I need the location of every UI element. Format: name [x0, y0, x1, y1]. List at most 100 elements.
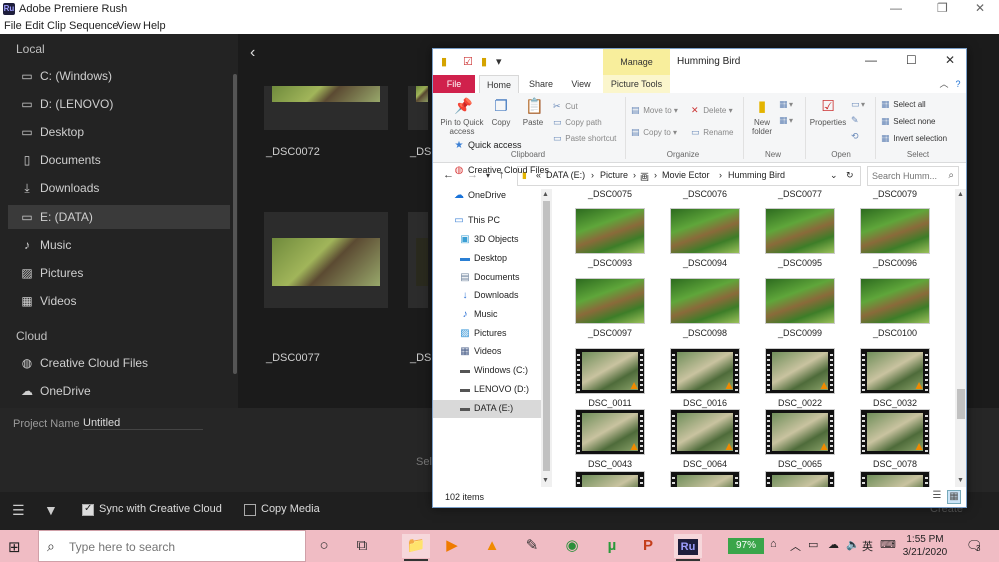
minimize-button[interactable]: — [890, 1, 902, 15]
easy-access-button[interactable]: ▦▾ [779, 115, 793, 126]
breadcrumb-movie-ector[interactable]: Movie Ector [662, 170, 710, 180]
taskbar-search-box[interactable]: ⌕ [38, 530, 306, 562]
powerpoint-icon[interactable]: P [634, 534, 662, 558]
back-arrow-icon[interactable]: ‹ [250, 44, 255, 62]
video-file-thumbnail[interactable]: ▲ [575, 348, 645, 394]
menu-file[interactable]: File [4, 20, 22, 32]
image-file-thumbnail[interactable] [765, 278, 835, 324]
nav-item-data-e[interactable]: ▬ DATA (E:) [433, 400, 541, 418]
sidebar-item-videos[interactable]: ▦ Videos [8, 289, 230, 313]
sync-checkbox[interactable] [82, 503, 94, 516]
sidebar-item-creative-cloud-files[interactable]: ◍ Creative Cloud Files [8, 351, 230, 375]
edit-button[interactable]: ✎ [851, 115, 861, 126]
vlc-icon[interactable]: ▲ [478, 534, 506, 558]
nav-item-onedrive[interactable]: ☁ OneDrive [433, 187, 541, 205]
nav-item-music[interactable]: ♪ Music [433, 306, 541, 324]
history-button[interactable]: ⟲ [851, 131, 861, 142]
system-clock[interactable]: 1:55 PM 3/21/2020 [900, 533, 950, 559]
select-all-button[interactable]: ▦ Select all [881, 99, 926, 110]
menu-clip[interactable]: Clip [47, 20, 66, 32]
menu-sequence[interactable]: Sequence [69, 20, 119, 32]
video-file-thumbnail[interactable]: ▲ [765, 409, 835, 455]
video-file-thumbnail[interactable]: ▲ [765, 348, 835, 394]
video-file-thumbnail[interactable]: ▲ [575, 409, 645, 455]
tab-picture-tools[interactable]: Picture Tools [603, 75, 670, 93]
sidebar-scrollbar[interactable] [233, 74, 237, 374]
sidebar-item-d-lenovo[interactable]: ▭ D: (LENOVO) [8, 92, 230, 116]
sidebar-item-desktop[interactable]: ▭ Desktop [8, 120, 230, 144]
menu-edit[interactable]: Edit [25, 20, 44, 32]
copy-media-checkbox[interactable] [244, 504, 256, 516]
maximize-button[interactable]: ❐ [937, 1, 948, 15]
properties-qat-icon[interactable]: ☑ [463, 55, 473, 68]
paste-button[interactable]: 📋 Paste [520, 98, 546, 127]
details-view-icon[interactable]: ☰ [930, 490, 944, 504]
help-icon[interactable]: ? [951, 75, 965, 93]
sidebar-item-e-data[interactable]: ▭ E: (DATA) [8, 204, 230, 229]
sidebar-item-onedrive[interactable]: ☁ OneDrive [8, 379, 230, 403]
nav-item-downloads[interactable]: ↓ Downloads [433, 287, 541, 305]
tab-home[interactable]: Home [479, 75, 519, 93]
video-file-thumbnail[interactable]: ▲ [670, 409, 740, 455]
windows-start-icon[interactable]: ⊞ [8, 538, 21, 556]
sidebar-item-pictures[interactable]: ▨ Pictures [8, 261, 230, 285]
nav-item-lenovo-d[interactable]: ▬ LENOVO (D:) [433, 381, 541, 399]
ribbon-collapse-icon[interactable]: ︿ [937, 75, 951, 93]
cut-button[interactable]: ✂ Cut [553, 101, 578, 112]
close-button[interactable]: ✕ [975, 1, 985, 15]
breadcrumb-hua[interactable]: 画 [640, 170, 649, 183]
premiere-rush-icon[interactable]: Ru [674, 534, 702, 561]
tab-view[interactable]: View [563, 75, 599, 93]
tray-overflow-icon[interactable]: ︿ [790, 538, 801, 554]
breadcrumb-data-e[interactable]: DATA (E:) [546, 170, 585, 180]
menu-lines-icon[interactable]: ☰ [12, 502, 25, 519]
explorer-minimize-button[interactable]: — [865, 53, 877, 67]
image-file-thumbnail[interactable] [860, 208, 930, 254]
manage-tab[interactable]: Manage [603, 49, 670, 75]
properties-button[interactable]: ☑ Properties [809, 98, 847, 127]
refresh-icon[interactable]: ↻ [846, 170, 854, 181]
media-card[interactable] [264, 212, 388, 308]
nav-item-windows-c[interactable]: ▬ Windows (C:) [433, 362, 541, 380]
image-file-thumbnail[interactable] [575, 278, 645, 324]
nav-item-videos[interactable]: ▦ Videos [433, 343, 541, 361]
sidebar-item-music[interactable]: ♪ Music [8, 233, 230, 257]
open-button[interactable]: ▭▾ [851, 99, 865, 110]
new-item-button[interactable]: ▦▾ [779, 99, 793, 110]
battery-indicator[interactable]: 97% [728, 538, 764, 554]
network-icon[interactable]: ☁ [828, 538, 839, 551]
sidebar-item-downloads[interactable]: ⤓ Downloads [8, 176, 230, 200]
rename-button[interactable]: ▭ Rename [691, 127, 733, 138]
tab-share[interactable]: Share [523, 75, 559, 93]
battery-icon[interactable]: ▭ [808, 538, 818, 551]
torrent-icon[interactable]: µ [598, 534, 626, 558]
copy-path-button[interactable]: ▭ Copy path [553, 117, 602, 128]
video-file-thumbnail[interactable]: ▲ [860, 471, 930, 487]
media-player-icon[interactable]: ▶ [438, 534, 466, 558]
nav-item-documents[interactable]: ▤ Documents [433, 269, 541, 287]
tab-file[interactable]: File [433, 75, 475, 93]
nav-item-this-pc[interactable]: ▭ This PC [433, 212, 541, 230]
explorer-search-box[interactable]: ⌕ [867, 166, 959, 186]
project-name-input[interactable]: Untitled [83, 417, 203, 430]
address-bar[interactable]: ▮ « DATA (E:) › Picture › 画 › Movie Ecto… [517, 166, 861, 186]
video-file-thumbnail[interactable]: ▲ [860, 348, 930, 394]
menu-view[interactable]: View [117, 20, 141, 32]
media-card[interactable] [408, 86, 428, 130]
delete-button[interactable]: ✕ Delete ▾ [691, 105, 733, 116]
image-file-thumbnail[interactable] [670, 208, 740, 254]
nav-item-creative-cloud-files[interactable]: ◍ Creative Cloud Files [433, 162, 549, 180]
large-icons-view-icon[interactable]: ▦ [947, 490, 961, 504]
address-dropdown-icon[interactable]: ⌄ [830, 170, 838, 181]
pin-quick-access-button[interactable]: 📌 Pin to Quick access [438, 98, 486, 136]
copy-button[interactable]: ❐ Copy [488, 98, 514, 127]
media-card[interactable] [408, 212, 428, 308]
ime-indicator[interactable]: 英 [862, 538, 873, 554]
sidebar-item-documents[interactable]: ▯ Documents [8, 148, 230, 172]
video-file-thumbnail[interactable]: ▲ [670, 471, 740, 487]
invert-selection-button[interactable]: ▦ Invert selection [881, 133, 947, 144]
menu-help[interactable]: Help [143, 20, 166, 32]
media-card[interactable] [264, 86, 388, 130]
wifi-icon[interactable]: ⌂ [770, 538, 777, 550]
explorer-close-button[interactable]: ✕ [945, 53, 955, 67]
